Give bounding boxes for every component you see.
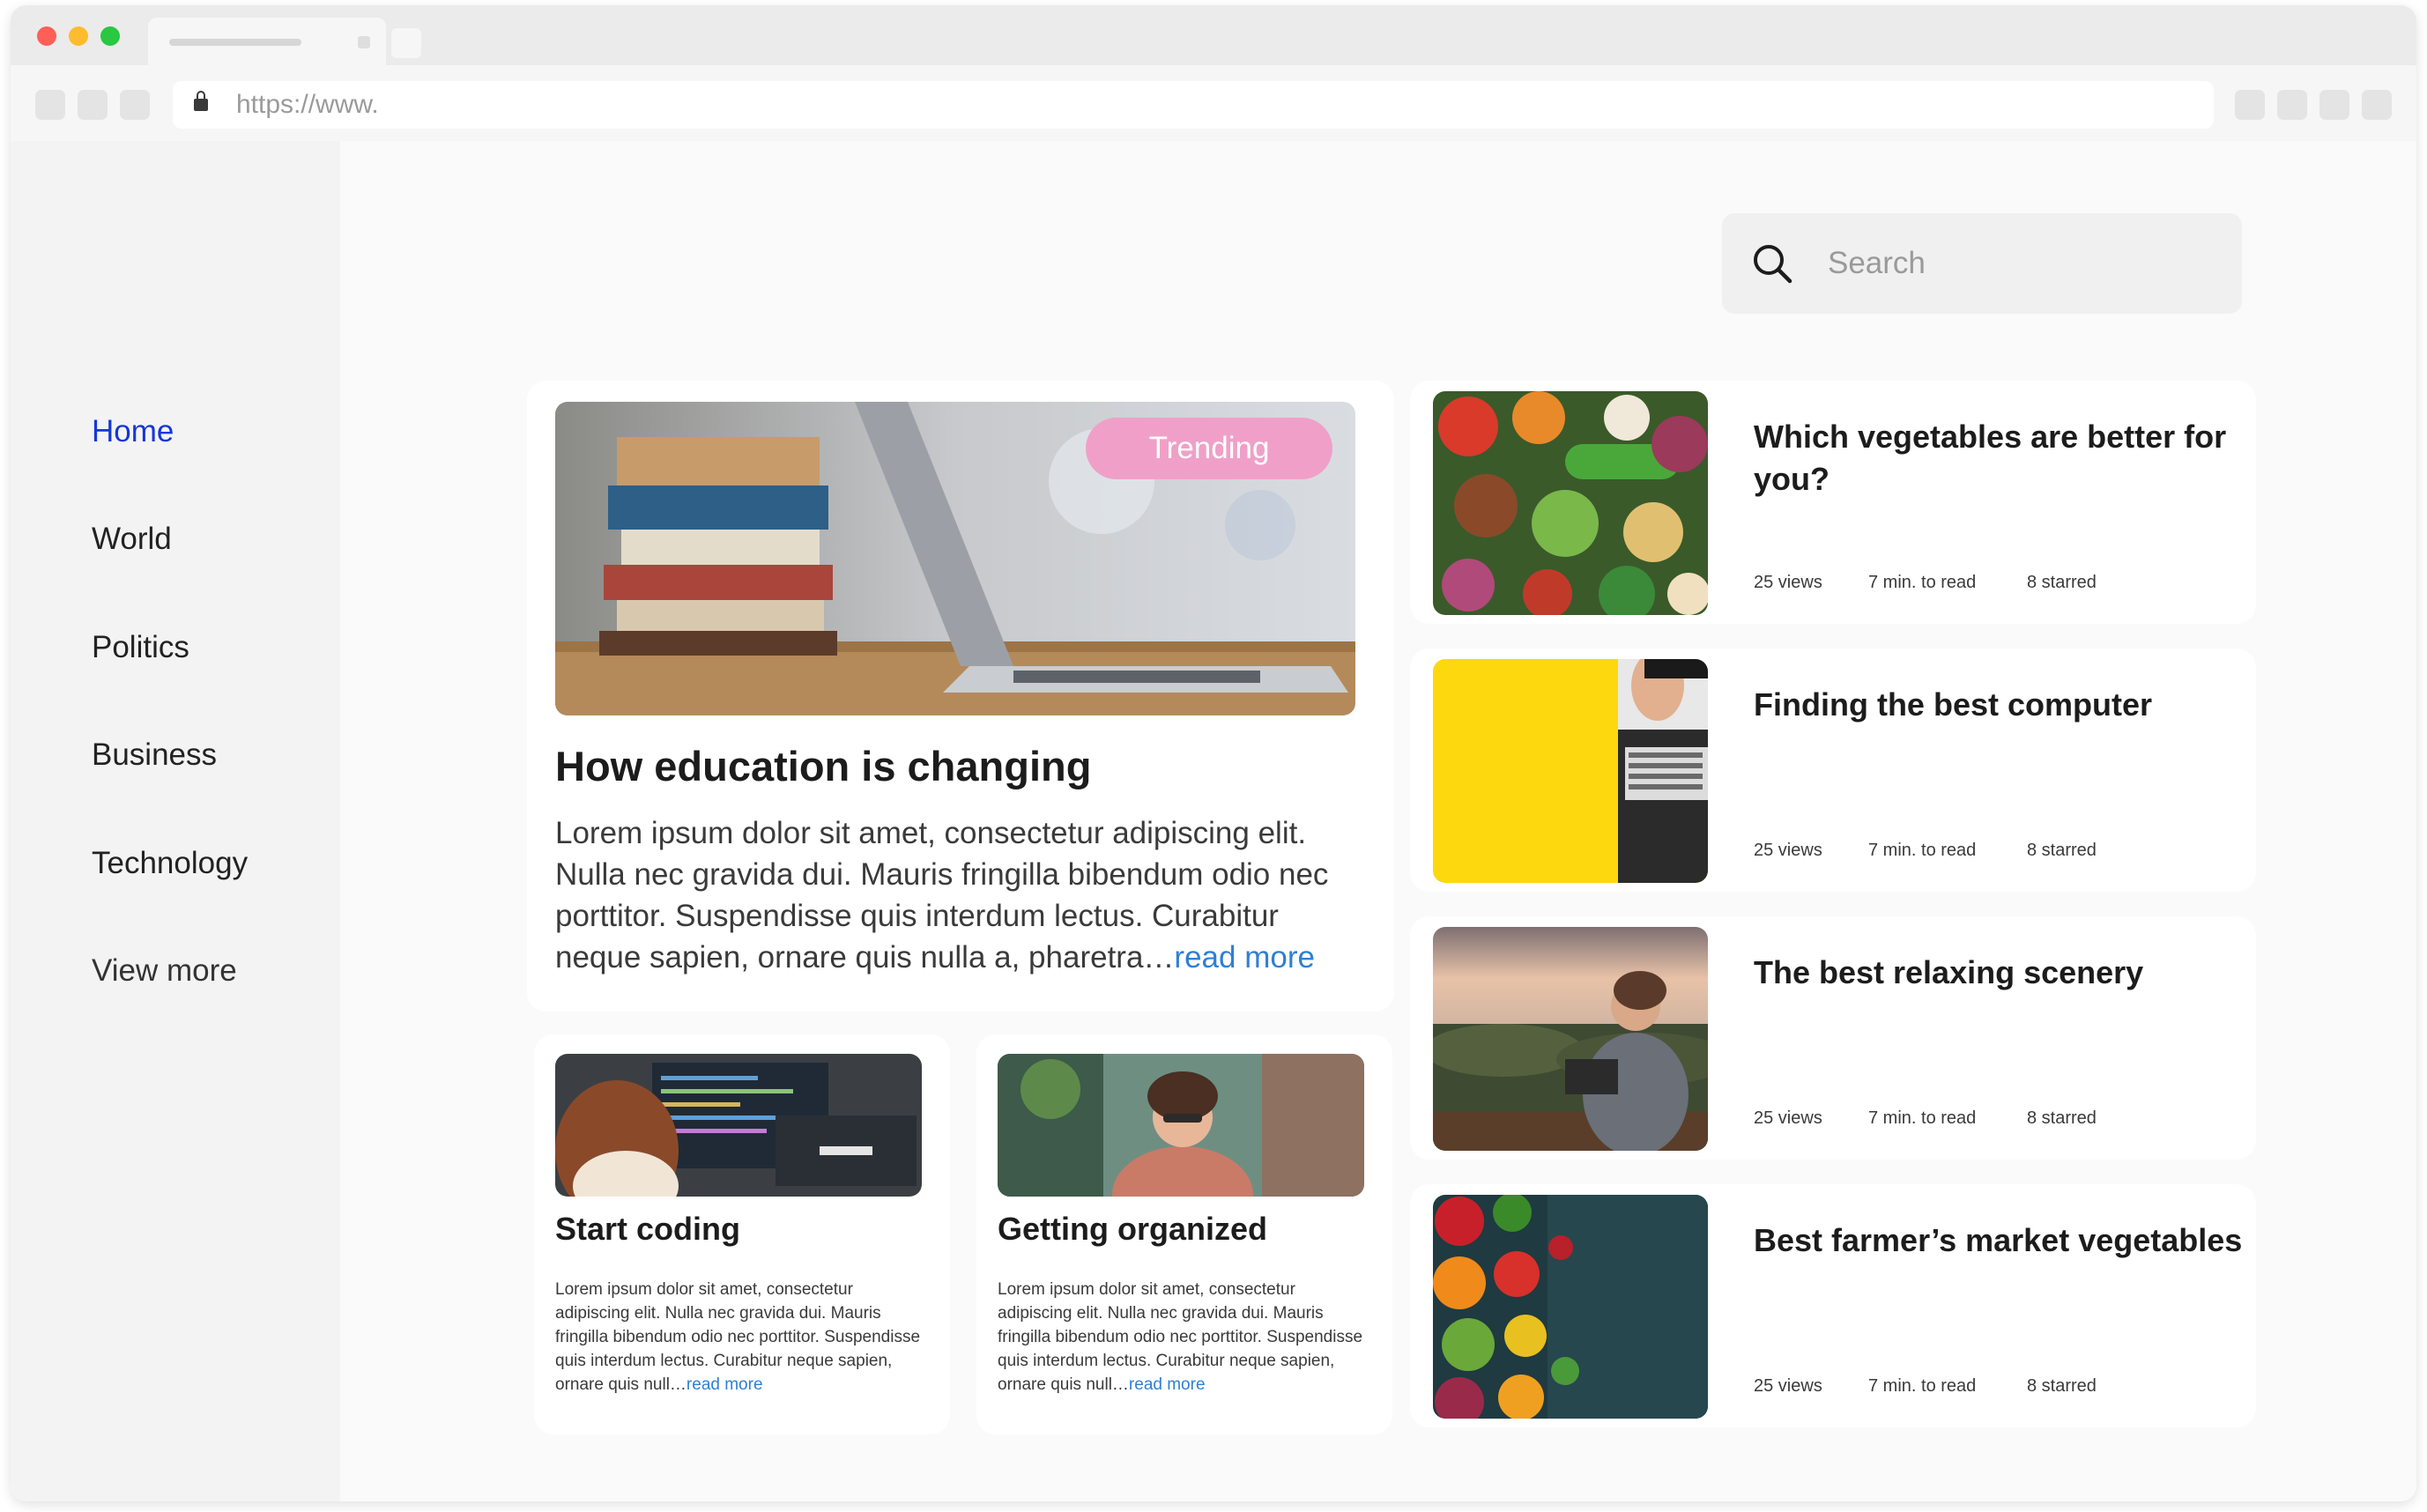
reload-button[interactable] (120, 90, 150, 120)
small-card-start-coding[interactable]: Start coding Lorem ipsum dolor sit amet,… (534, 1034, 950, 1434)
menu-button[interactable] (2362, 90, 2392, 120)
sidebar-item-business[interactable]: Business (92, 737, 217, 773)
sidebar-item-technology[interactable]: Technology (92, 846, 248, 881)
small-card-read-more-link[interactable]: read more (1129, 1375, 1206, 1394)
scenery-image (1433, 927, 1708, 1151)
page-content: Home World Politics Business Technology … (11, 141, 2416, 1501)
lock-icon (194, 91, 208, 111)
search-input[interactable] (1828, 234, 2215, 293)
featured-read-more-link[interactable]: read more (1174, 940, 1315, 975)
article-title[interactable]: Which vegetables are better for you? (1754, 416, 2247, 500)
trending-badge: Trending (1086, 418, 1332, 479)
tab-close-icon[interactable] (358, 36, 370, 48)
article-views: 25 views (1754, 1376, 1822, 1396)
sidebar-item-world[interactable]: World (92, 522, 172, 557)
article-card-vegetables[interactable]: Which vegetables are better for you? 25 … (1410, 381, 2256, 624)
back-button[interactable] (35, 90, 65, 120)
close-window-button[interactable] (37, 26, 56, 46)
farmers-market-image (1433, 1195, 1708, 1419)
search-icon (1754, 245, 1792, 284)
featured-excerpt: Lorem ipsum dolor sit amet, consectetur … (555, 812, 1331, 978)
article-card-farmers-market[interactable]: Best farmer’s market vegetables 25 views… (1410, 1184, 2256, 1427)
minimize-window-button[interactable] (69, 26, 88, 46)
forward-button[interactable] (78, 90, 108, 120)
article-card-scenery[interactable]: The best relaxing scenery 25 views 7 min… (1410, 916, 2256, 1160)
url-text: https://www. (236, 90, 379, 119)
article-read-time: 7 min. to read (1868, 1376, 1977, 1396)
maximize-window-button[interactable] (100, 26, 120, 46)
article-views: 25 views (1754, 573, 1822, 592)
small-card-excerpt: Lorem ipsum dolor sit amet, consectetur … (555, 1278, 925, 1397)
browser-tab[interactable] (148, 18, 386, 65)
featured-card[interactable]: Trending How education is changing Lorem… (527, 381, 1394, 1012)
start-coding-image (555, 1054, 922, 1197)
title-bar (11, 5, 2416, 65)
article-title[interactable]: Finding the best computer (1754, 684, 2247, 726)
article-views: 25 views (1754, 841, 1822, 860)
sidebar-item-home[interactable]: Home (92, 414, 174, 449)
browser-toolbar: https://www. (11, 65, 2416, 141)
tab-title-placeholder (169, 39, 301, 46)
computer-image (1433, 659, 1708, 883)
new-tab-button[interactable] (391, 28, 421, 58)
article-starred-count: 8 starred (2027, 573, 2097, 592)
browser-window: https://www. Home World Politics Busines… (11, 5, 2416, 1501)
search-box[interactable] (1722, 213, 2242, 314)
sidebar-nav: Home World Politics Business Technology … (11, 141, 340, 1501)
small-card-title[interactable]: Getting organized (998, 1211, 1267, 1248)
extension-button-3[interactable] (2319, 90, 2349, 120)
small-card-excerpt: Lorem ipsum dolor sit amet, consectetur … (998, 1278, 1368, 1397)
article-read-time: 7 min. to read (1868, 573, 1977, 592)
extension-button-2[interactable] (2277, 90, 2307, 120)
vegetables-image (1433, 391, 1708, 615)
sidebar-item-politics[interactable]: Politics (92, 630, 189, 665)
article-starred-count: 8 starred (2027, 1108, 2097, 1128)
small-card-getting-organized[interactable]: Getting organized Lorem ipsum dolor sit … (976, 1034, 1392, 1434)
article-title[interactable]: Best farmer’s market vegetables (1754, 1219, 2247, 1262)
featured-title[interactable]: How education is changing (555, 742, 1091, 790)
featured-image-books-laptop: Trending (555, 402, 1355, 715)
article-starred-count: 8 starred (2027, 1376, 2097, 1396)
article-starred-count: 8 starred (2027, 841, 2097, 860)
getting-organized-image (998, 1054, 1364, 1197)
small-card-title[interactable]: Start coding (555, 1211, 740, 1248)
sidebar-item-view-more[interactable]: View more (92, 953, 237, 989)
article-read-time: 7 min. to read (1868, 841, 1977, 860)
article-card-computer[interactable]: Finding the best computer 25 views 7 min… (1410, 649, 2256, 892)
address-bar[interactable]: https://www. (173, 81, 2214, 129)
article-title[interactable]: The best relaxing scenery (1754, 952, 2247, 994)
article-read-time: 7 min. to read (1868, 1108, 1977, 1128)
article-views: 25 views (1754, 1108, 1822, 1128)
extension-button-1[interactable] (2235, 90, 2265, 120)
small-card-read-more-link[interactable]: read more (687, 1375, 763, 1394)
